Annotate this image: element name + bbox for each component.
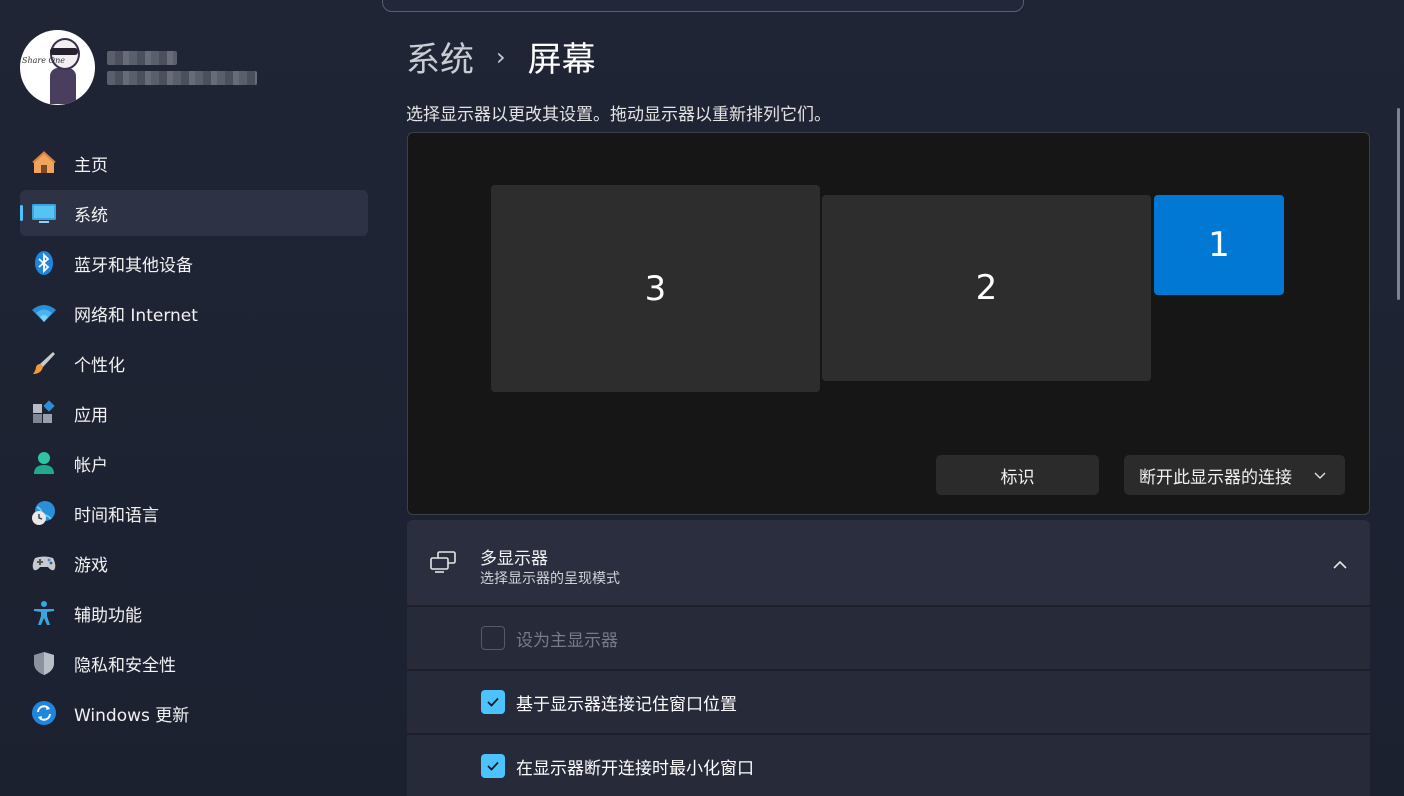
sidebar-item-label: 隐私和安全性 [74, 655, 176, 676]
sidebar-item-privacy[interactable]: 隐私和安全性 [20, 640, 368, 686]
sidebar-item-time-language[interactable]: 时间和语言 [20, 490, 368, 536]
disconnect-display-button[interactable]: 断开此显示器的连接 [1124, 455, 1345, 495]
user-profile[interactable]: Share One [20, 30, 257, 105]
multiple-displays-title: 多显示器 [480, 549, 548, 569]
avatar: Share One [20, 30, 95, 105]
display-arrangement-panel: 3 2 1 标识 断开此显示器的连接 [407, 132, 1370, 515]
display-instruction: 选择显示器以更改其设置。拖动显示器以重新排列它们。 [406, 105, 831, 125]
chevron-up-icon[interactable] [1332, 556, 1348, 575]
chevron-down-icon [1313, 467, 1327, 487]
disconnect-display-label: 断开此显示器的连接 [1139, 467, 1292, 488]
wifi-icon [31, 300, 57, 326]
sidebar-item-label: 个性化 [74, 355, 125, 376]
minimize-windows-checkbox[interactable] [481, 754, 505, 778]
bluetooth-icon [31, 250, 57, 276]
option-row-remember-window-positions: 基于显示器连接记住窗口位置 [407, 670, 1370, 733]
option-row-primary-display: 设为主显示器 [407, 606, 1370, 669]
sidebar-item-label: 时间和语言 [74, 505, 159, 526]
sidebar-item-label: 应用 [74, 405, 108, 426]
globe-clock-icon [31, 500, 57, 526]
page-title: 屏幕 [527, 40, 596, 80]
option-label: 在显示器断开连接时最小化窗口 [516, 759, 754, 779]
home-icon [31, 150, 57, 176]
sidebar-item-label: Windows 更新 [74, 705, 190, 726]
sidebar-item-accessibility[interactable]: 辅助功能 [20, 590, 368, 636]
sidebar-item-apps[interactable]: 应用 [20, 390, 368, 436]
sidebar-item-label: 网络和 Internet [74, 305, 198, 326]
sidebar-item-label: 游戏 [74, 555, 108, 576]
option-label: 基于显示器连接记住窗口位置 [516, 695, 737, 715]
sidebar-item-label: 辅助功能 [74, 605, 142, 626]
sidebar-item-label: 蓝牙和其他设备 [74, 255, 193, 276]
sidebar-item-label: 帐户 [74, 455, 108, 476]
identify-button[interactable]: 标识 [936, 455, 1099, 495]
accessibility-icon [31, 600, 57, 626]
blurred-user-name [107, 50, 257, 85]
sidebar-item-label: 系统 [74, 205, 108, 226]
gamepad-icon [31, 550, 57, 576]
multiple-displays-icon [429, 550, 457, 578]
sidebar-item-network[interactable]: 网络和 Internet [20, 290, 368, 336]
avatar-text: Share One [22, 56, 65, 65]
scrollbar[interactable] [1397, 108, 1400, 300]
breadcrumb-separator-icon: › [496, 42, 506, 71]
sidebar-item-windows-update[interactable]: Windows 更新 [20, 690, 368, 736]
sidebar-item-personalization[interactable]: 个性化 [20, 340, 368, 386]
shield-icon [31, 650, 57, 676]
nav-list: 主页 系统 蓝牙和其他设备 网络和 Internet 个性化 应用 帐户 时间和… [20, 140, 368, 740]
update-icon [31, 700, 57, 726]
monitor-1[interactable]: 1 [1154, 195, 1284, 295]
monitor-3[interactable]: 3 [491, 185, 820, 392]
apps-icon [31, 400, 57, 426]
settings-window: Share One 主页 系统 蓝牙和其他设备 网络和 Internet 个性化… [0, 0, 1404, 796]
breadcrumb-system[interactable]: 系统 [406, 32, 474, 81]
option-row-minimize-windows: 在显示器断开连接时最小化窗口 [407, 734, 1370, 796]
sidebar-item-home[interactable]: 主页 [20, 140, 368, 186]
sidebar-item-accounts[interactable]: 帐户 [20, 440, 368, 486]
multiple-displays-subtitle: 选择显示器的呈现模式 [480, 571, 620, 587]
option-label: 设为主显示器 [516, 631, 618, 651]
account-icon [31, 450, 57, 476]
sidebar-item-bluetooth[interactable]: 蓝牙和其他设备 [20, 240, 368, 286]
sidebar-item-label: 主页 [74, 155, 108, 176]
monitor-2[interactable]: 2 [822, 195, 1151, 381]
brush-icon [31, 350, 57, 376]
multiple-displays-section[interactable]: 多显示器 选择显示器的呈现模式 [407, 520, 1370, 605]
primary-display-checkbox[interactable] [481, 626, 505, 650]
remember-window-positions-checkbox[interactable] [481, 690, 505, 714]
sidebar-item-gaming[interactable]: 游戏 [20, 540, 368, 586]
breadcrumb: 系统 › 屏幕 [406, 32, 596, 81]
search-box[interactable] [382, 0, 1024, 12]
sidebar: Share One 主页 系统 蓝牙和其他设备 网络和 Internet 个性化… [0, 0, 388, 796]
sidebar-item-system[interactable]: 系统 [20, 190, 368, 236]
monitor-icon [31, 200, 57, 226]
